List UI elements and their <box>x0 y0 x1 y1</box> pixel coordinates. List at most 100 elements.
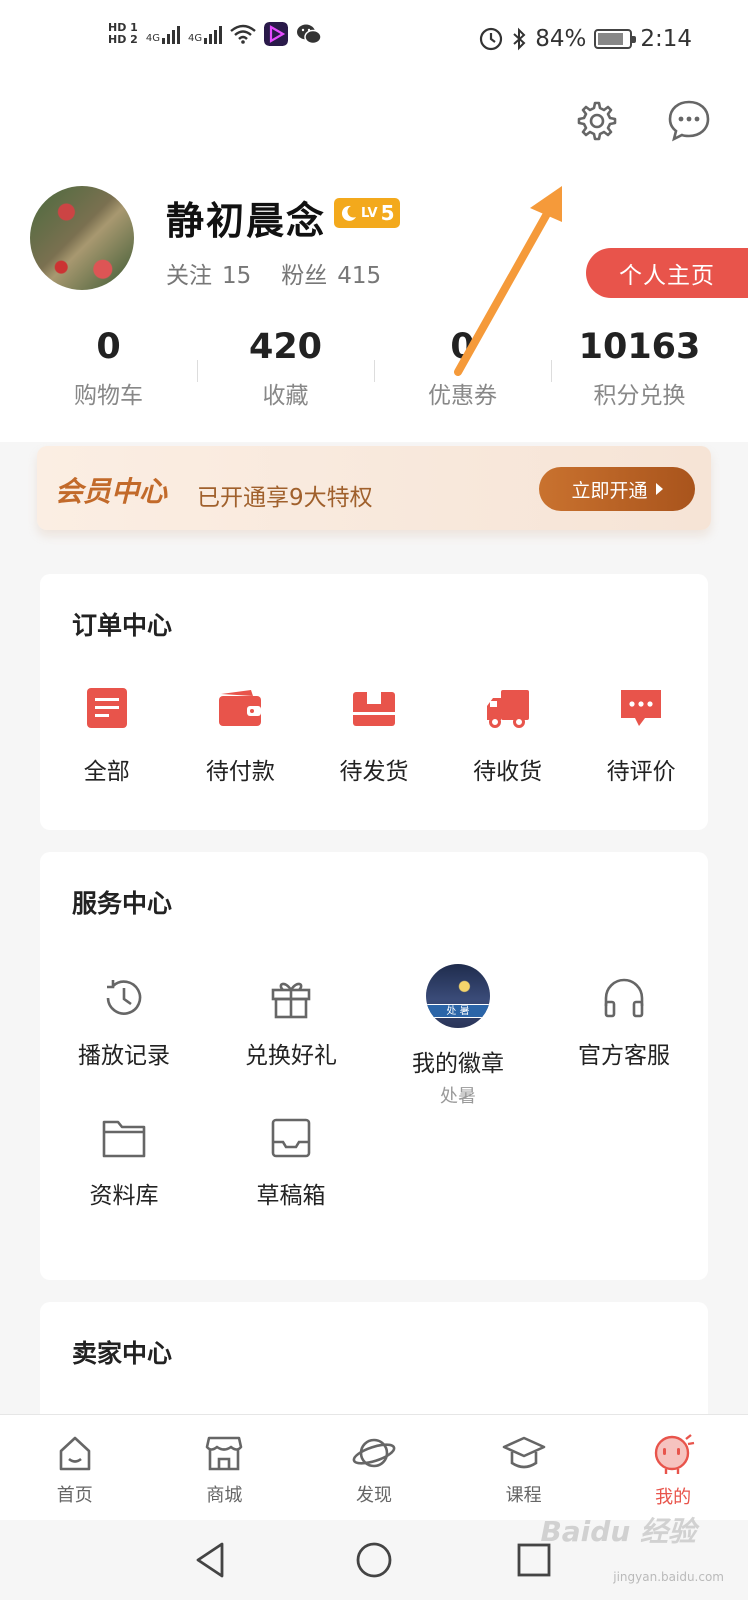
service-drafts[interactable]: 草稿箱 <box>207 1114 375 1210</box>
stat-coupons[interactable]: 0 优惠券 <box>374 324 551 410</box>
order-all[interactable]: 全部 <box>40 686 174 786</box>
service-play-history[interactable]: 播放记录 <box>40 974 208 1070</box>
stat-favorites[interactable]: 420 收藏 <box>197 324 374 410</box>
username: 静初晨念 <box>166 199 327 243</box>
clock: 2:14 <box>640 26 692 52</box>
level-badge: LV 5 <box>334 198 401 228</box>
stat-value: 10163 <box>578 327 701 367</box>
bottom-tab-bar: 首页 商城 发现 课程 我的 <box>0 1414 748 1520</box>
nfc-clock-icon <box>480 27 503 51</box>
headset-icon <box>604 978 644 1018</box>
level-number: 5 <box>380 201 395 225</box>
stat-value: 0 <box>450 327 475 367</box>
profile-header: 静初晨念 LV 5 关注 15 粉丝 415 个人主页 0 购物车 420 收藏 0 优… <box>0 86 748 442</box>
back-icon[interactable] <box>192 1540 232 1580</box>
stats-row: 0 购物车 420 收藏 0 优惠券 10163 积分兑换 <box>20 324 728 410</box>
play-arrow-icon <box>655 483 663 495</box>
service-label: 兑换好礼 <box>245 1043 337 1069</box>
service-my-badge[interactable]: 处 暑 我的徽章 处暑 <box>374 964 542 1108</box>
battery-fill <box>598 33 624 45</box>
stat-label: 收藏 <box>262 383 309 409</box>
watermark-sub: jingyan.baidu.com <box>613 1570 724 1584</box>
order-pending-review[interactable]: 待评价 <box>574 686 708 786</box>
stat-cart[interactable]: 0 购物车 <box>20 324 197 410</box>
mascot-icon <box>654 1434 695 1474</box>
service-sublabel: 处暑 <box>440 1086 476 1107</box>
hd-indicators: HD 1 HD 2 <box>108 22 138 46</box>
fans-count: 415 <box>337 263 382 289</box>
wifi-icon <box>230 24 256 44</box>
card-title: 服务中心 <box>72 889 173 918</box>
stat-points[interactable]: 10163 积分兑换 <box>551 324 728 410</box>
graduation-cap-icon <box>502 1436 545 1469</box>
follow-info[interactable]: 关注 15 粉丝 415 <box>166 256 391 290</box>
planet-icon <box>352 1438 396 1468</box>
personal-home-button[interactable]: 个人主页 <box>586 248 748 298</box>
order-label: 全部 <box>83 759 130 785</box>
vip-banner[interactable]: 会员中心 已开通享9大特权 立即开通 <box>37 446 711 530</box>
tab-discover[interactable]: 发现 <box>299 1415 449 1520</box>
badge-ribbon: 处 暑 <box>426 1004 490 1018</box>
service-redeem-gift[interactable]: 兑换好礼 <box>207 974 375 1070</box>
order-pending-payment[interactable]: 待付款 <box>174 686 308 786</box>
stat-label: 购物车 <box>74 383 143 409</box>
folder-icon <box>102 1120 146 1158</box>
hd2-label: HD 2 <box>108 33 138 46</box>
tab-mall[interactable]: 商城 <box>150 1415 300 1520</box>
store-icon <box>206 1436 243 1471</box>
network-type-label: 4G <box>145 33 160 44</box>
follow-count: 15 <box>222 263 252 289</box>
service-label: 官方客服 <box>578 1043 670 1069</box>
status-right: 84% 2:14 <box>479 26 692 52</box>
history-clock-icon <box>106 980 142 1015</box>
stat-value: 420 <box>248 327 323 367</box>
tab-label: 发现 <box>355 1485 392 1506</box>
order-label: 待评价 <box>606 759 676 785</box>
stat-label: 优惠券 <box>428 383 497 409</box>
order-center-card: 订单中心 全部 待付款 待发货 待收货 待评价 <box>40 574 708 830</box>
card-title: 订单中心 <box>72 611 173 640</box>
network-type-label: 4G <box>187 33 203 44</box>
tab-mine[interactable]: 我的 <box>598 1415 748 1520</box>
order-pending-shipment[interactable]: 待发货 <box>307 686 441 786</box>
tab-label: 我的 <box>655 1487 692 1508</box>
vip-button-label: 立即开通 <box>571 479 648 502</box>
service-label: 资料库 <box>89 1183 159 1209</box>
badge-icon: 处 暑 <box>426 964 490 1028</box>
service-library[interactable]: 资料库 <box>40 1114 208 1210</box>
bluetooth-icon <box>513 27 526 51</box>
home-circle-icon[interactable] <box>354 1540 394 1580</box>
tab-home[interactable]: 首页 <box>0 1415 150 1520</box>
card-title: 卖家中心 <box>72 1339 173 1368</box>
gear-icon[interactable] <box>572 98 618 144</box>
status-left: HD 1 HD 2 4G 4G <box>108 22 322 46</box>
avatar[interactable] <box>30 186 134 290</box>
tab-label: 商城 <box>206 1485 243 1506</box>
signal-1-icon: 4G <box>146 24 180 44</box>
level-prefix: LV <box>361 205 378 221</box>
status-bar: HD 1 HD 2 4G 4G 84% 2:14 <box>0 0 748 86</box>
service-label: 我的徽章 <box>412 1051 504 1077</box>
stat-label: 积分兑换 <box>593 383 686 409</box>
vip-title: 会员中心 <box>55 475 168 508</box>
service-label: 播放记录 <box>78 1043 170 1069</box>
order-grid: 全部 待付款 待发货 待收货 待评价 <box>40 686 708 786</box>
box-icon <box>352 692 395 726</box>
signal-2-icon: 4G <box>187 24 223 44</box>
order-pending-receipt[interactable]: 待收货 <box>441 686 575 786</box>
message-icon[interactable] <box>666 98 712 144</box>
moon-icon <box>341 205 356 221</box>
vip-open-button[interactable]: 立即开通 <box>539 467 695 511</box>
home-icon <box>59 1436 91 1471</box>
gift-icon <box>271 982 311 1019</box>
service-official-support[interactable]: 官方客服 <box>540 974 708 1070</box>
battery-icon <box>594 29 637 49</box>
stat-value: 0 <box>96 327 121 367</box>
wallet-icon <box>219 690 262 726</box>
service-center-card: 服务中心 播放记录 兑换好礼 处 暑 我的徽章 处暑 官方客服 资料库 草稿箱 <box>40 852 708 1280</box>
video-app-icon <box>264 22 289 46</box>
order-label: 待收货 <box>473 759 543 785</box>
service-label: 草稿箱 <box>256 1183 326 1209</box>
inbox-icon <box>271 1118 311 1158</box>
tab-courses[interactable]: 课程 <box>449 1415 599 1520</box>
